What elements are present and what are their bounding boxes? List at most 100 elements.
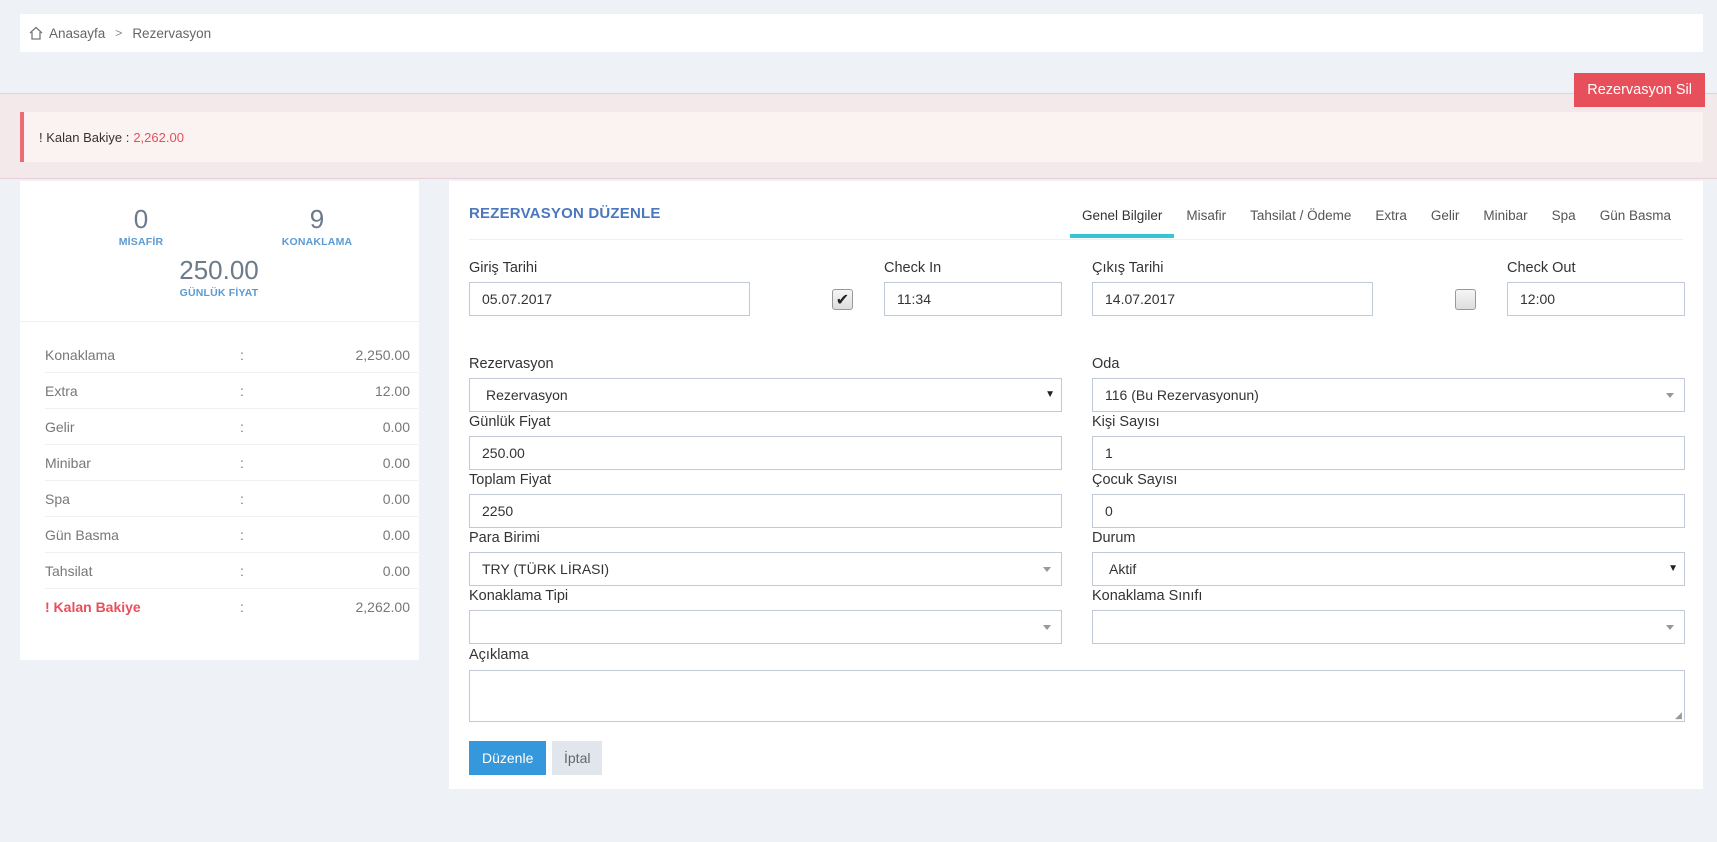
description-label: Açıklama xyxy=(469,647,529,663)
tab-minibar[interactable]: Minibar xyxy=(1471,193,1539,238)
checkout-checkbox[interactable] xyxy=(1455,289,1476,310)
stay-type-select[interactable] xyxy=(469,610,1062,644)
balance-alert: ! Kalan Bakiye : 2,262.00 xyxy=(20,112,1703,162)
currency-label: Para Birimi xyxy=(469,530,540,546)
summary-row: Spa: 0.00 xyxy=(45,481,418,517)
checkout-date-input[interactable]: 14.07.2017 xyxy=(1092,282,1373,316)
page-title: REZERVASYON DÜZENLE xyxy=(469,205,661,222)
delete-reservation-button[interactable]: Rezervasyon Sil xyxy=(1574,73,1705,107)
summary-value: 0.00 xyxy=(382,562,410,579)
reservation-type-select[interactable]: Rezervasyon ▼ xyxy=(469,378,1062,412)
summary-key: Tahsilat xyxy=(45,562,93,579)
checkout-date-label: Çıkış Tarihi xyxy=(1092,260,1164,276)
alert-band: ! Kalan Bakiye : 2,262.00 xyxy=(0,93,1717,179)
summary-row: Gelir: 0.00 xyxy=(45,409,418,445)
status-select[interactable]: Aktif ▼ xyxy=(1092,552,1685,586)
checkout-time-input[interactable]: 12:00 xyxy=(1507,282,1685,316)
room-value: 116 (Bu Rezervasyonun) xyxy=(1105,387,1259,403)
total-price-label: Toplam Fiyat xyxy=(469,472,552,488)
summary-value: 2,250.00 xyxy=(355,346,411,363)
breadcrumb-home-link[interactable]: Anasayfa xyxy=(49,26,105,41)
summary-colon: : xyxy=(240,599,244,615)
summary-colon: : xyxy=(240,490,244,507)
breadcrumb-current: Rezervasyon xyxy=(132,25,212,41)
tabs-divider xyxy=(469,239,1683,240)
checkin-time-label: Check In xyxy=(884,260,942,276)
checkin-date-input[interactable]: 05.07.2017 xyxy=(469,282,750,316)
summary-colon: : xyxy=(240,454,244,471)
checkin-checkbox[interactable]: ✔ xyxy=(832,289,853,310)
tab-general[interactable]: Genel Bilgiler xyxy=(1070,193,1175,238)
summary-key: Gün Basma xyxy=(45,526,119,543)
tab-day-charge[interactable]: Gün Basma xyxy=(1588,193,1683,238)
stay-class-select[interactable] xyxy=(1092,610,1685,644)
chevron-down-icon: ▼ xyxy=(1045,389,1055,400)
room-select[interactable]: 116 (Bu Rezervasyonun) xyxy=(1092,378,1685,412)
tab-bar: Genel Bilgiler Misafir Tahsilat / Ödeme … xyxy=(1070,193,1683,238)
summary-row: Konaklama: 2,250.00 xyxy=(45,337,418,373)
tab-payment[interactable]: Tahsilat / Ödeme xyxy=(1238,193,1363,238)
summary-colon: : xyxy=(240,346,244,363)
resize-grip-icon[interactable]: ◢ xyxy=(1675,711,1701,787)
summary-colon: : xyxy=(240,526,244,543)
room-label: Oda xyxy=(1092,356,1120,372)
summary-colon: : xyxy=(240,562,244,579)
stat-daily-price: 250.00 GÜNLÜK FİYAT xyxy=(149,257,289,299)
checkin-time-input[interactable]: 11:34 xyxy=(884,282,1062,316)
tab-guest[interactable]: Misafir xyxy=(1174,193,1238,238)
total-price-input[interactable]: 2250 xyxy=(469,494,1062,528)
stat-guest-value: 0 xyxy=(133,204,149,234)
home-icon[interactable] xyxy=(28,25,44,41)
child-count-input[interactable]: 0 xyxy=(1092,494,1685,528)
summary-value: 2,262.00 xyxy=(355,599,411,615)
stat-daily-price-label: GÜNLÜK FİYAT xyxy=(179,287,259,299)
balance-alert-amount: 2,262.00 xyxy=(133,129,184,145)
checkout-time-label: Check Out xyxy=(1507,260,1576,276)
stat-guest: 0 MİSAFİR xyxy=(71,206,211,248)
summary-key: Gelir xyxy=(45,418,75,435)
summary-row: Tahsilat: 0.00 xyxy=(45,553,418,589)
status-label: Durum xyxy=(1092,530,1136,546)
chevron-down-icon xyxy=(1043,625,1051,630)
summary-key: ! Kalan Bakiye xyxy=(45,599,141,615)
chevron-down-icon: ▼ xyxy=(1668,563,1678,574)
currency-value: TRY (TÜRK LİRASI) xyxy=(482,561,610,577)
balance-alert-label: ! Kalan Bakiye : xyxy=(39,129,130,145)
summary-row: Minibar: 0.00 xyxy=(45,445,418,481)
chevron-down-icon xyxy=(1666,393,1674,398)
stay-class-label: Konaklama Sınıfı xyxy=(1092,588,1203,604)
summary-colon: : xyxy=(240,382,244,399)
summary-key: Minibar xyxy=(45,454,91,471)
reservation-type-label: Rezervasyon xyxy=(469,356,554,372)
tab-income[interactable]: Gelir xyxy=(1419,193,1472,238)
status-value: Aktif xyxy=(1109,561,1137,577)
stay-type-label: Konaklama Tipi xyxy=(469,588,569,604)
person-count-input[interactable]: 1 xyxy=(1092,436,1685,470)
summary-value: 12.00 xyxy=(374,382,410,399)
tab-spa[interactable]: Spa xyxy=(1540,193,1588,238)
checkmark-icon: ✔ xyxy=(835,291,850,309)
summary-value: 0.00 xyxy=(382,418,410,435)
summary-table: Konaklama: 2,250.00 Extra: 12.00 Gelir: 0.0… xyxy=(45,337,418,625)
summary-colon: : xyxy=(240,418,244,435)
tab-extra[interactable]: Extra xyxy=(1363,193,1419,238)
cancel-button[interactable]: İptal xyxy=(552,741,603,775)
submit-edit-button[interactable]: Düzenle xyxy=(469,741,547,775)
summary-key: Spa xyxy=(45,490,70,507)
reservation-type-value: Rezervasyon xyxy=(486,387,568,403)
chevron-down-icon xyxy=(1666,625,1674,630)
summary-divider xyxy=(20,321,419,322)
daily-price-input[interactable]: 250.00 xyxy=(469,436,1062,470)
summary-value: 0.00 xyxy=(382,454,410,471)
summary-panel: 0 MİSAFİR 9 KONAKLAMA 250.00 GÜNLÜK FİYA… xyxy=(20,181,419,660)
stat-stay: 9 KONAKLAMA xyxy=(247,206,387,248)
stat-guest-label: MİSAFİR xyxy=(118,236,164,248)
summary-key: Konaklama xyxy=(45,346,116,363)
summary-row-balance: ! Kalan Bakiye: 2,262.00 xyxy=(45,589,418,625)
currency-select[interactable]: TRY (TÜRK LİRASI) xyxy=(469,552,1062,586)
description-textarea[interactable] xyxy=(469,670,1685,722)
stat-stay-value: 9 xyxy=(309,204,325,234)
breadcrumb: Anasayfa > Rezervasyon xyxy=(20,14,1703,52)
breadcrumb-separator: > xyxy=(115,26,123,40)
child-count-label: Çocuk Sayısı xyxy=(1092,472,1178,488)
